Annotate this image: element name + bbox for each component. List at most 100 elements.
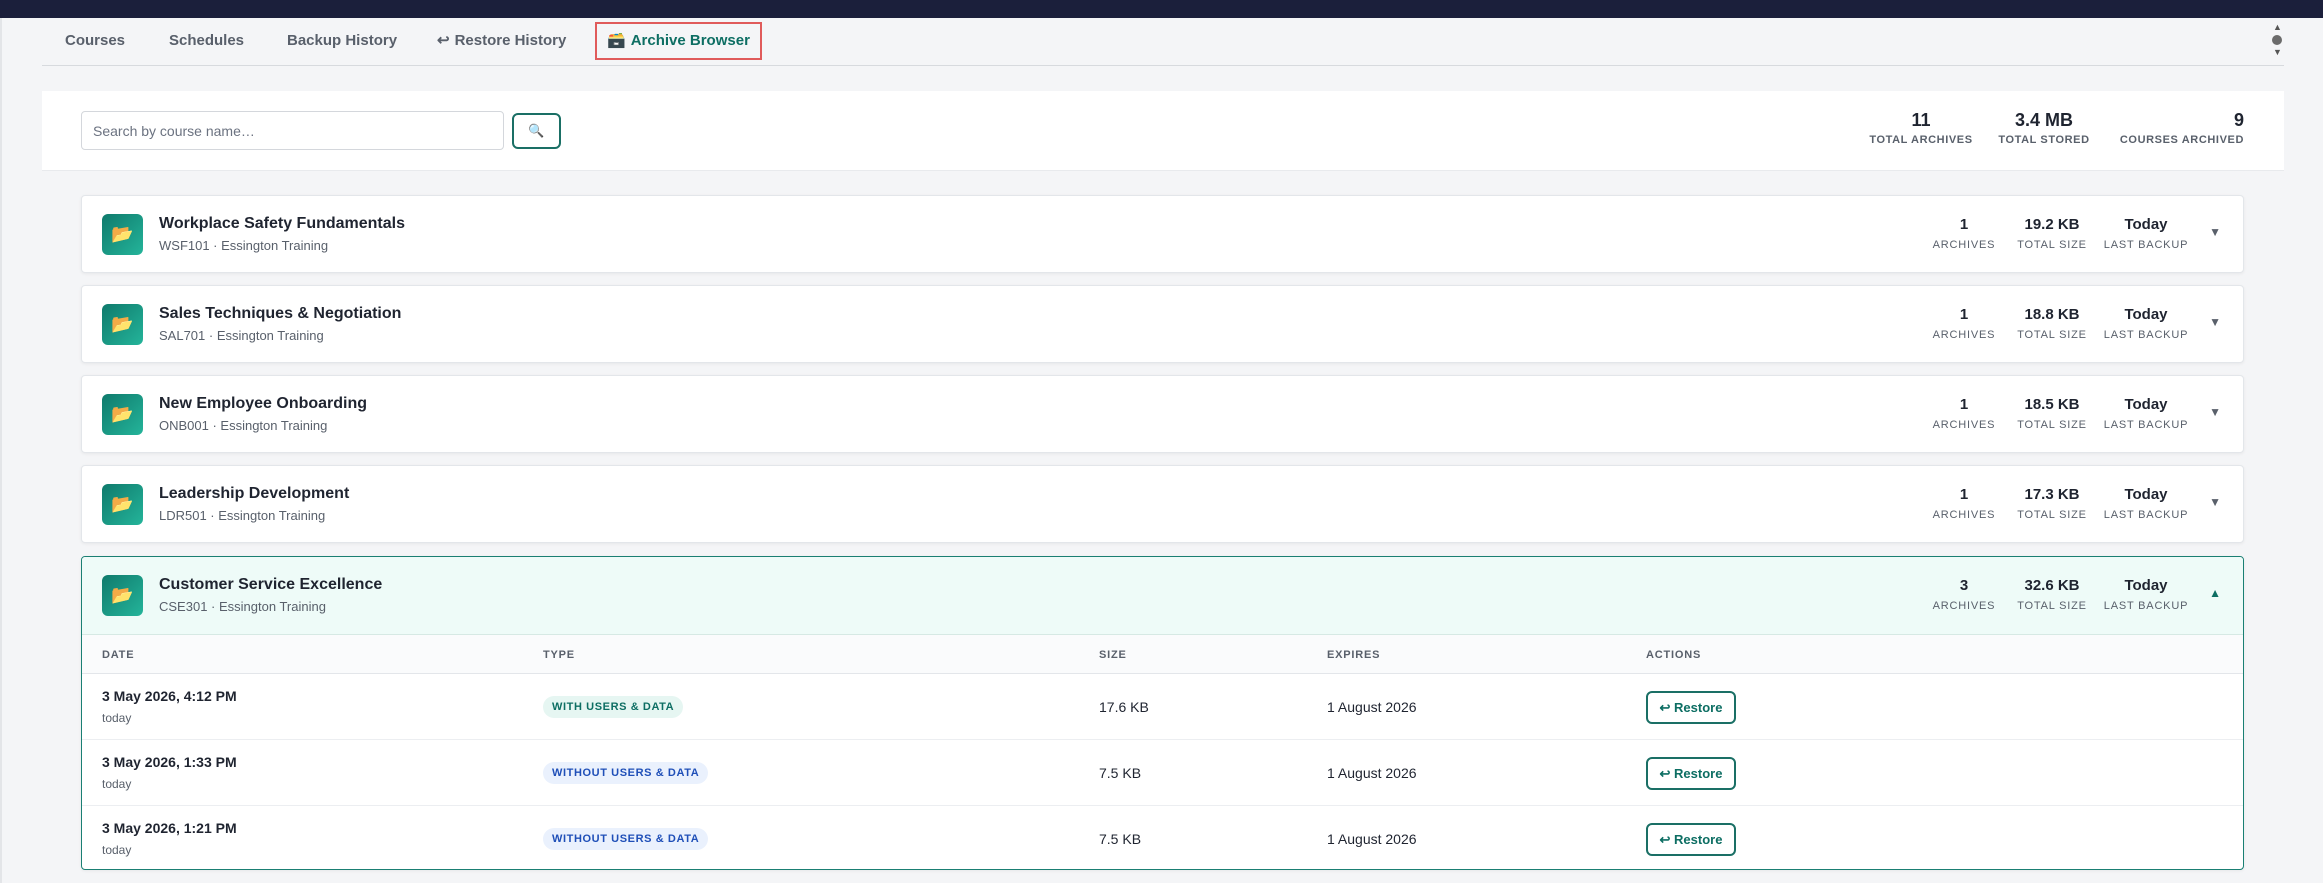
scroll-control[interactable]: ▲ ▼	[2271, 22, 2283, 58]
course-subtitle: SAL701 · Essington Training	[159, 328, 324, 343]
course-archives: 1 ARCHIVES	[1924, 306, 2004, 341]
tab-bar: Courses Schedules Backup History ↩ Restor…	[42, 18, 2284, 66]
column-header-type: TYPE	[543, 649, 575, 661]
caret-down-icon[interactable]: ▼	[2273, 47, 2282, 57]
stat-label: ARCHIVES	[1932, 329, 1996, 341]
stat-label: ARCHIVES	[1932, 419, 1996, 431]
course-card-workplace-safety[interactable]: 📂 Workplace Safety Fundamentals WSF101 ·…	[81, 195, 2244, 273]
chevron-up-icon[interactable]: ▲	[2209, 586, 2221, 600]
stat-value: 11	[1911, 110, 1931, 130]
type-badge: WITHOUT USERS & DATA	[543, 762, 709, 784]
course-title: Sales Techniques & Negotiation	[159, 305, 402, 322]
restore-button[interactable]: ↩ Restore	[1646, 691, 1736, 724]
stat-value: 1	[1959, 396, 1969, 413]
stat-total-stored: 3.4 MB TOTAL STORED	[1994, 109, 2094, 146]
tab-backup-history[interactable]: Backup History	[287, 22, 397, 60]
archive-table-header: DATE TYPE SIZE EXPIRES ACTIONS	[82, 635, 2243, 674]
stat-label: LAST BACKUP	[2103, 509, 2189, 521]
restore-button[interactable]: ↩ Restore	[1646, 823, 1736, 856]
course-total-size: 18.5 KB TOTAL SIZE	[2012, 396, 2092, 431]
search-button[interactable]: 🔍	[512, 113, 561, 149]
stat-label: LAST BACKUP	[2103, 329, 2189, 341]
archive-date: 3 May 2026, 4:12 PM	[102, 688, 237, 704]
column-header-actions: ACTIONS	[1646, 649, 1702, 661]
course-archives: 1 ARCHIVES	[1924, 216, 2004, 251]
course-card-header[interactable]: 📂 Customer Service Excellence CSE301 · E…	[82, 557, 2243, 635]
archive-relative-date: today	[102, 843, 132, 857]
stat-value: 18.8 KB	[2024, 306, 2080, 323]
course-title: New Employee Onboarding	[159, 395, 368, 412]
stat-value: Today	[2124, 577, 2168, 594]
stat-value: 32.6 KB	[2024, 577, 2080, 594]
stat-label: LAST BACKUP	[2103, 600, 2189, 612]
search-icon: 🔍	[528, 123, 545, 138]
stat-label: TOTAL ARCHIVES	[1869, 134, 1973, 146]
archive-expires: 1 August 2026	[1327, 699, 1417, 715]
tab-label: Courses	[65, 32, 126, 49]
folder-icon: 📂	[102, 575, 143, 616]
archive-relative-date: today	[102, 777, 132, 791]
course-archives: 1 ARCHIVES	[1924, 396, 2004, 431]
chevron-down-icon[interactable]: ▼	[2209, 315, 2221, 329]
search-field[interactable]	[81, 111, 504, 150]
tab-label: Archive Browser	[630, 32, 750, 49]
caret-up-icon[interactable]: ▲	[2273, 22, 2282, 32]
restore-button[interactable]: ↩ Restore	[1646, 757, 1736, 790]
course-archives: 1 ARCHIVES	[1924, 486, 2004, 521]
stat-label: ARCHIVES	[1932, 509, 1996, 521]
left-border	[0, 18, 2, 883]
archive-size: 7.5 KB	[1099, 831, 1142, 847]
stat-value: 1	[1959, 216, 1969, 233]
course-total-size: 18.8 KB TOTAL SIZE	[2012, 306, 2092, 341]
table-row: 3 May 2026, 1:21 PM today WITHOUT USERS …	[82, 806, 2243, 869]
course-last-backup: Today LAST BACKUP	[2101, 486, 2191, 521]
course-card-new-employee-onboarding[interactable]: 📂 New Employee Onboarding ONB001 · Essin…	[81, 375, 2244, 453]
archive-size: 17.6 KB	[1099, 699, 1149, 715]
course-card-customer-service-excellence: 📂 Customer Service Excellence CSE301 · E…	[81, 556, 2244, 870]
course-title: Leadership Development	[159, 485, 350, 502]
course-card-leadership-development[interactable]: 📂 Leadership Development LDR501 · Essing…	[81, 465, 2244, 543]
course-last-backup: Today LAST BACKUP	[2101, 306, 2191, 341]
stat-value: 19.2 KB	[2024, 216, 2080, 233]
folder-icon: 📂	[102, 304, 143, 345]
stat-label: TOTAL SIZE	[2017, 600, 2087, 612]
course-card-sales-techniques[interactable]: 📂 Sales Techniques & Negotiation SAL701 …	[81, 285, 2244, 363]
tab-label: Schedules	[169, 32, 245, 49]
undo-arrow-icon: ↩	[437, 32, 450, 49]
stat-label: TOTAL SIZE	[2017, 509, 2087, 521]
stat-label: LAST BACKUP	[2103, 239, 2189, 251]
chevron-down-icon[interactable]: ▼	[2209, 225, 2221, 239]
folder-icon: 📂	[102, 214, 143, 255]
search-input[interactable]	[82, 112, 503, 149]
folder-icon: 📂	[102, 484, 143, 525]
table-row: 3 May 2026, 4:12 PM today WITH USERS & D…	[82, 674, 2243, 740]
stat-label: TOTAL SIZE	[2017, 419, 2087, 431]
type-badge: WITHOUT USERS & DATA	[543, 828, 709, 850]
stat-value: Today	[2124, 216, 2168, 233]
chevron-down-icon[interactable]: ▼	[2209, 405, 2221, 419]
app-top-bar	[0, 0, 2323, 18]
stat-label: COURSES ARCHIVED	[2119, 134, 2244, 146]
tab-label: Backup History	[287, 32, 398, 49]
tab-archive-browser[interactable]: 🗃️ Archive Browser	[595, 22, 762, 60]
stat-value: 1	[1959, 306, 1969, 323]
stat-value: 18.5 KB	[2024, 396, 2080, 413]
course-subtitle: LDR501 · Essington Training	[159, 508, 326, 523]
search-summary-panel: 🔍 11 TOTAL ARCHIVES 3.4 MB TOTAL STORED …	[42, 91, 2284, 171]
stat-value: 17.3 KB	[2024, 486, 2080, 503]
chevron-down-icon[interactable]: ▼	[2209, 495, 2221, 509]
stat-value: Today	[2124, 486, 2168, 503]
archive-expires: 1 August 2026	[1327, 765, 1417, 781]
tab-courses[interactable]: Courses	[65, 22, 125, 60]
stat-value: 3	[1959, 577, 1969, 594]
course-subtitle: ONB001 · Essington Training	[159, 418, 328, 433]
tab-label: Restore History	[454, 32, 567, 49]
course-archives: 3 ARCHIVES	[1924, 577, 2004, 612]
stat-label: TOTAL SIZE	[2017, 329, 2087, 341]
course-title: Workplace Safety Fundamentals	[159, 215, 405, 232]
tab-schedules[interactable]: Schedules	[169, 22, 244, 60]
tab-restore-history[interactable]: ↩ Restore History	[437, 22, 566, 60]
scroll-thumb[interactable]	[2272, 35, 2282, 45]
stat-value: Today	[2124, 396, 2168, 413]
stat-total-archives: 11 TOTAL ARCHIVES	[1866, 109, 1976, 146]
